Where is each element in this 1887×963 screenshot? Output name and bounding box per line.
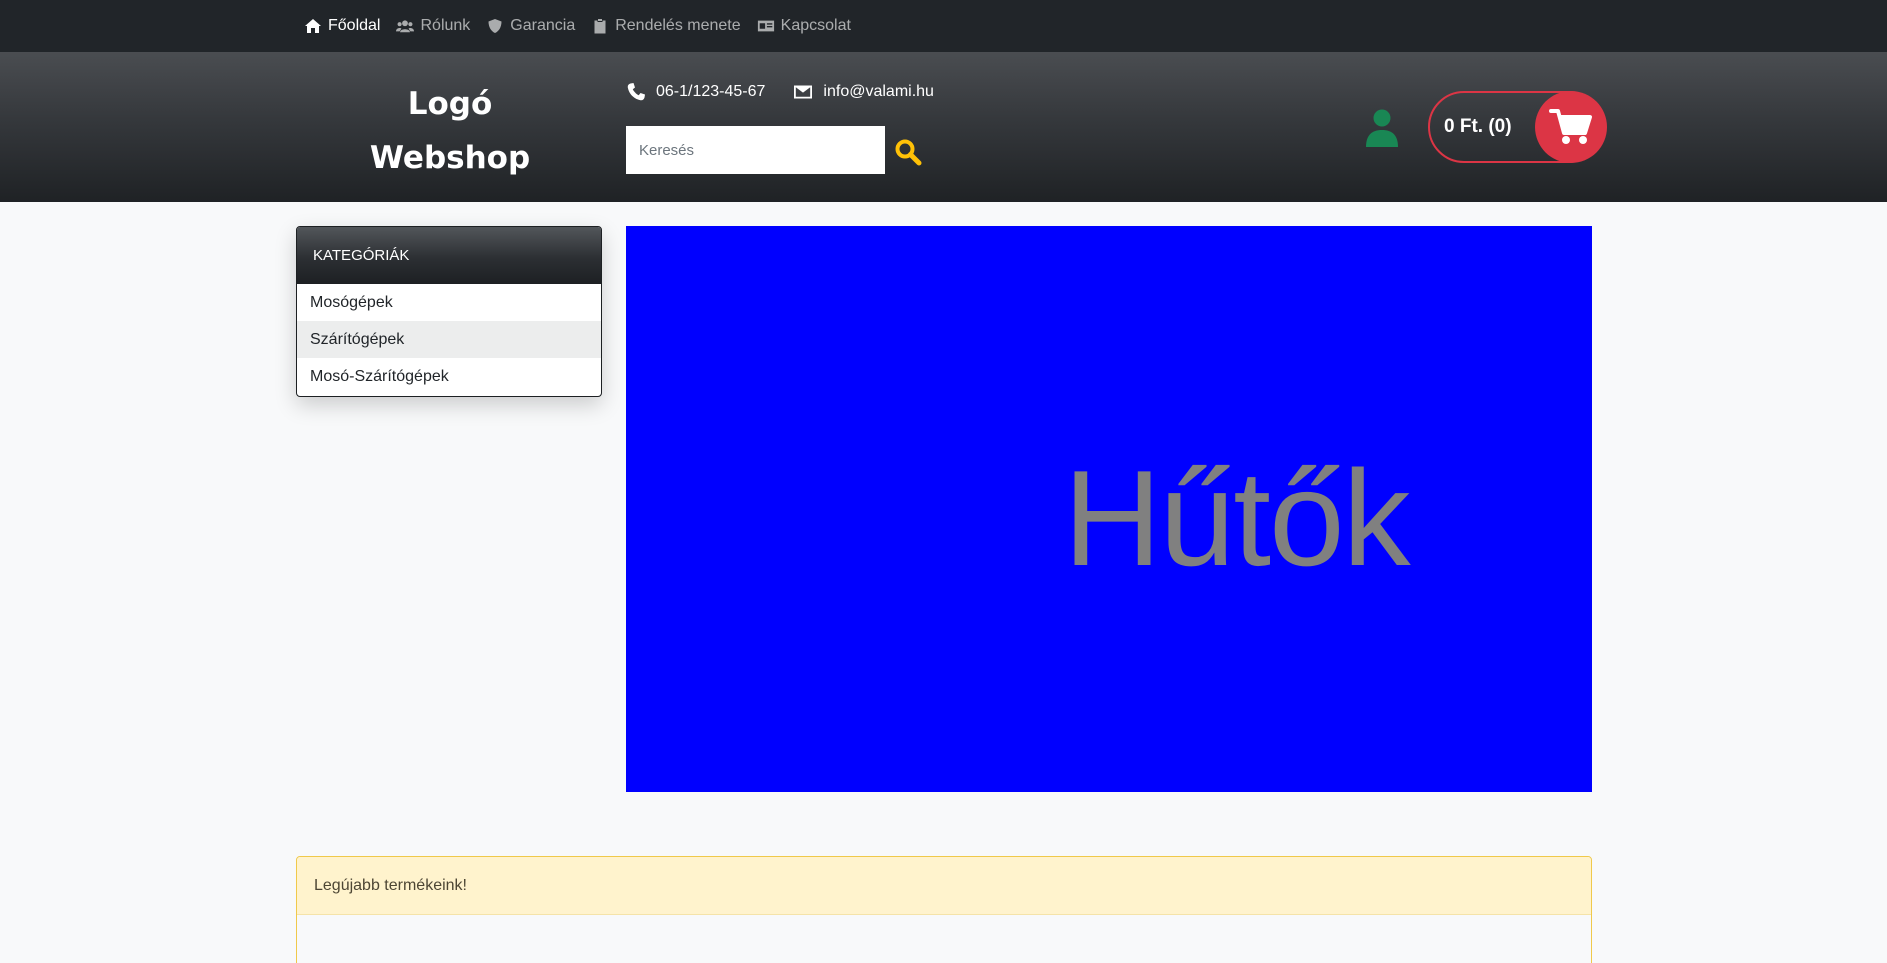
user-icon (1366, 109, 1398, 147)
nav-link-order-process[interactable]: Rendelés menete (591, 17, 741, 35)
search-button[interactable] (894, 138, 922, 166)
nav-link-home[interactable]: Főoldal (304, 17, 380, 35)
nav-link-label: Rendelés menete (615, 17, 741, 34)
search-icon (895, 139, 922, 166)
category-item-washer-dryers[interactable]: Mosó-Szárítógépek (297, 358, 601, 395)
category-item-dryers[interactable]: Szárítógépek (297, 321, 601, 358)
category-item-washing-machines[interactable]: Mosógépek (297, 284, 601, 321)
envelope-icon (794, 85, 813, 99)
contact-info: 06-1/123-45-67 info@valami.hu (626, 82, 934, 102)
email-address: info@valami.hu (823, 83, 934, 100)
home-icon (305, 19, 321, 33)
shopping-cart-icon (1549, 109, 1592, 144)
nav-link-label: Rólunk (420, 17, 471, 34)
phone-icon (627, 83, 645, 101)
hero-banner[interactable]: Hűtők (626, 226, 1592, 792)
phone-contact: 06-1/123-45-67 (626, 82, 765, 102)
categories-title: KATEGÓRIÁK (297, 227, 601, 284)
nav-link-contact[interactable]: Kapcsolat (757, 17, 851, 35)
nav-link-label: Főoldal (328, 17, 381, 34)
newest-products-card: Legújabb termékeink! (296, 856, 1592, 963)
user-account-button[interactable] (1364, 108, 1400, 148)
logo-line-2: Webshop (369, 140, 531, 176)
banner-text: Hűtők (1063, 442, 1410, 594)
nav-link-label: Kapcsolat (780, 17, 851, 34)
nav-link-about[interactable]: Rólunk (396, 17, 470, 35)
clipboard-icon (594, 19, 606, 34)
users-icon (396, 20, 415, 33)
phone-number: 06-1/123-45-67 (656, 83, 766, 100)
cart-total: 0 Ft. (0) (1444, 116, 1512, 137)
shield-icon (488, 19, 502, 33)
top-navbar: Főoldal Rólunk Garancia Rendelés menete … (0, 0, 1887, 52)
email-contact: info@valami.hu (793, 82, 934, 102)
cart-button[interactable]: 0 Ft. (0) (1428, 91, 1607, 163)
top-nav-links: Főoldal Rólunk Garancia Rendelés menete … (304, 0, 851, 52)
site-header: Logó Webshop 06-1/123-45-67 info@valami.… (0, 52, 1887, 202)
nav-link-label: Garancia (510, 17, 576, 34)
logo-line-1: Logó (407, 86, 493, 122)
nav-link-warranty[interactable]: Garancia (486, 17, 575, 35)
site-logo[interactable]: Logó Webshop (330, 77, 570, 185)
newest-products-title: Legújabb termékeink! (297, 857, 1591, 915)
categories-panel: KATEGÓRIÁK Mosógépek Szárítógépek Mosó-S… (296, 226, 602, 397)
cart-icon-badge (1535, 91, 1607, 163)
search-input[interactable] (626, 126, 885, 174)
id-card-icon (757, 20, 774, 32)
